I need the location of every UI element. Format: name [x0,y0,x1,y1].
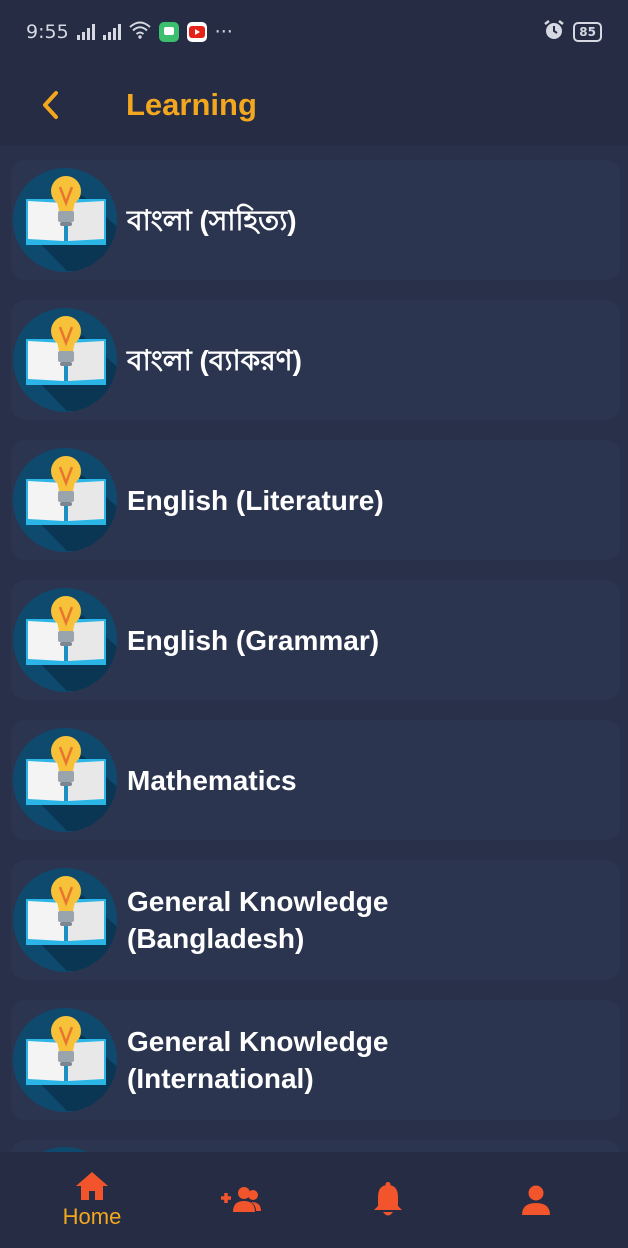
list-item-label: English (Literature) [127,484,384,516]
nav-add-friend[interactable] [185,1152,295,1248]
list-item-label: English (Grammar) [127,624,380,656]
back-button[interactable] [30,85,70,125]
list-item-english-grammar[interactable]: English (Grammar) [11,580,620,700]
list-item-bangla-literature[interactable]: বাংলা (সাহিত্য) [11,160,620,280]
list-item-mathematics[interactable]: Mathematics [11,720,620,840]
lightbulb-book-icon [12,447,118,553]
nav-home[interactable]: Home [37,1152,147,1248]
bell-icon [374,1182,402,1216]
lightbulb-book-icon [12,307,118,413]
lightbulb-book-icon [12,727,118,833]
page-title: Learning [126,87,257,122]
app-header: Learning [0,64,628,146]
lightbulb-book-icon [12,867,118,973]
list-item-gk-bangladesh[interactable]: General Knowledge (Bangladesh) [11,860,620,980]
more-notifications-icon: ··· [214,21,233,43]
list-item-label: বাংলা (সাহিত্য) [127,204,297,236]
bottom-navigation: Home [0,1152,628,1248]
subject-list: বাংলা (সাহিত্য) বাংলা (ব্যাকরণ) English … [0,146,628,1152]
list-item-gk-international[interactable]: General Knowledge (International) [11,1000,620,1120]
nav-notifications[interactable] [333,1152,443,1248]
status-time: 9:55 [26,21,69,43]
nav-profile[interactable] [481,1152,591,1248]
list-item-label: বাংলা (ব্যাকরণ) [127,344,302,376]
profile-icon [522,1185,550,1215]
add-friend-icon [221,1187,261,1212]
messages-app-icon [158,22,179,42]
list-item-english-literature[interactable]: English (Literature) [11,440,620,560]
list-item-partial[interactable] [11,1140,620,1152]
lightbulb-book-icon [12,167,118,273]
alarm-icon [543,19,565,46]
list-item-label: Mathematics [127,764,297,796]
signal-icon [102,24,121,40]
list-item-label: General Knowledge (International) [127,1026,389,1094]
wifi-icon [129,21,151,44]
battery-icon: 85 [573,22,602,42]
lightbulb-book-icon [12,587,118,693]
status-bar: 9:55 ··· 85 [0,0,628,64]
signal-icon [76,24,95,40]
chevron-left-icon [43,91,58,119]
list-item-label: General Knowledge (Bangladesh) [127,886,389,954]
home-icon [76,1172,108,1200]
list-item-bangla-grammar[interactable]: বাংলা (ব্যাকরণ) [11,300,620,420]
nav-home-label: Home [62,1204,122,1229]
youtube-app-icon [186,22,207,42]
lightbulb-book-icon [12,1007,118,1113]
